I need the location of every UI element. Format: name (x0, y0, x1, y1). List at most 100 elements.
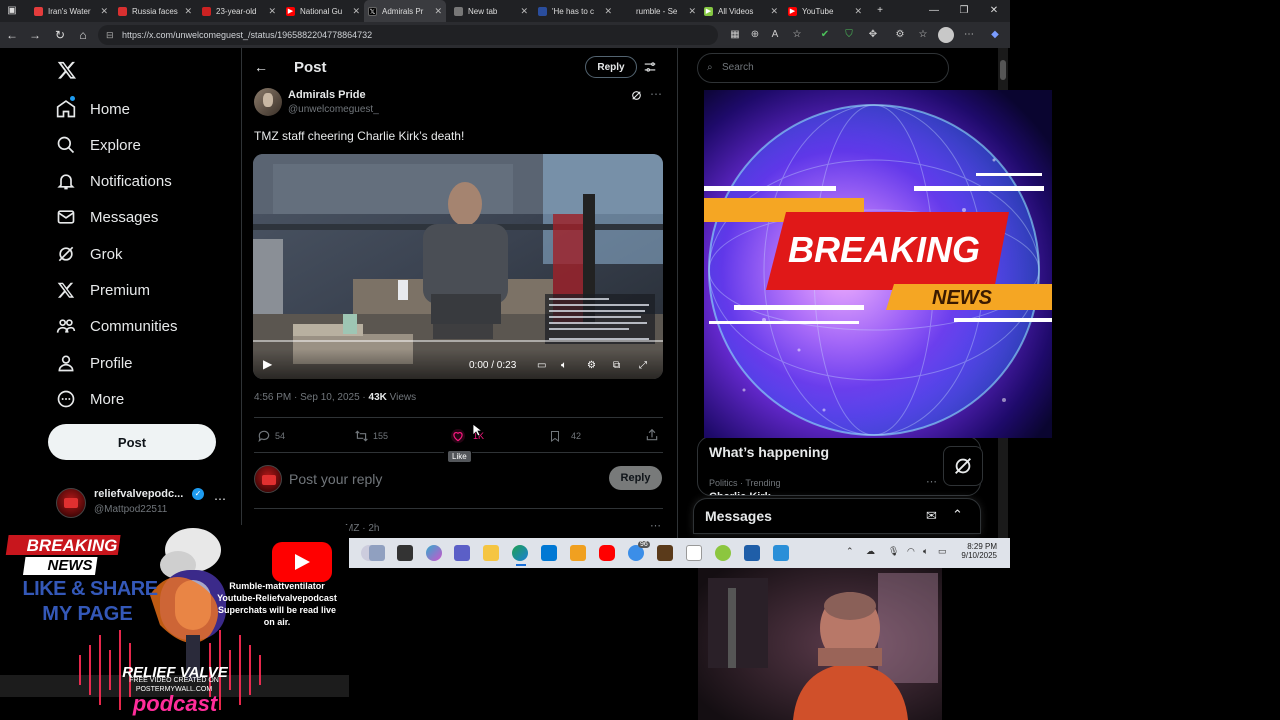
split-screen-icon[interactable]: ⚙ (893, 28, 907, 42)
extensions-icon[interactable]: ✥ (866, 28, 880, 42)
grok-explain-icon[interactable] (630, 89, 643, 102)
back-arrow-icon[interactable]: ← (254, 59, 268, 75)
close-tab-icon[interactable]: ✕ (520, 6, 528, 17)
grok-float-button[interactable] (943, 446, 983, 486)
video-player[interactable]: ▶ 0:00 / 0:23 ▭ 🔈︎ ⚙ ⧉ ⤢ (253, 154, 663, 379)
wps-icon[interactable] (715, 545, 731, 561)
close-tab-icon[interactable]: ✕ (854, 6, 862, 17)
refresh-icon[interactable]: ↻ (52, 27, 68, 43)
browser-tab[interactable]: rumble - Se ✕ (618, 0, 700, 22)
favorite-star-icon[interactable]: ☆ (790, 28, 804, 42)
more-options-icon[interactable]: ⋯ (214, 492, 226, 506)
battery-icon[interactable]: ▭ (938, 546, 947, 557)
forward-icon[interactable]: → (27, 27, 43, 43)
share-icon[interactable] (645, 428, 659, 442)
app-icon-3[interactable] (773, 545, 789, 561)
microphone-icon[interactable]: 🎙︎ (888, 546, 899, 557)
file-explorer-icon[interactable] (483, 545, 499, 561)
tray-chevron-icon[interactable]: ⌃ (846, 546, 854, 557)
tweet-timestamp[interactable]: 4:56 PM · Sep 10, 2025 · (254, 392, 369, 403)
x-logo-icon[interactable] (57, 60, 77, 80)
browser-tab[interactable]: ▶ All Videos ✕ (700, 0, 782, 22)
close-tab-icon[interactable]: ✕ (604, 6, 612, 17)
reply-top-button[interactable]: Reply (585, 56, 637, 78)
zoom-icon[interactable]: ⊕ (748, 28, 762, 42)
speaker-icon[interactable]: 🔈︎ (923, 546, 928, 557)
home-browser-icon[interactable]: ⌂ (75, 27, 91, 43)
clock[interactable]: 8:29 PM 9/10/2025 (955, 542, 997, 560)
maximize-icon[interactable]: ❐ (950, 0, 978, 22)
sliders-icon[interactable] (643, 60, 657, 74)
reply-action[interactable]: 54 (257, 428, 285, 444)
widgets-icon[interactable] (369, 545, 385, 561)
tweet-more-icon[interactable]: ⋯ (650, 87, 662, 101)
browser-tab[interactable]: ▶ YouTube ✕ (784, 0, 866, 22)
minimize-icon[interactable]: — (920, 0, 948, 22)
author-avatar[interactable] (254, 88, 282, 116)
repost-action[interactable]: 155 (354, 428, 388, 444)
copilot-icon[interactable]: ◆ (988, 28, 1002, 42)
post-button[interactable]: Post (48, 424, 216, 460)
ups-icon[interactable] (657, 545, 673, 561)
close-tab-icon[interactable]: ✕ (434, 6, 442, 17)
store-icon[interactable] (541, 545, 557, 561)
close-tab-icon[interactable]: ✕ (268, 6, 276, 17)
close-tab-icon[interactable]: ✕ (688, 6, 696, 17)
shield-icon[interactable]: ⛉ (842, 28, 856, 42)
youtube-app-icon[interactable] (599, 545, 615, 561)
tray-cloud-icon[interactable]: ☁ (866, 546, 875, 557)
nav-profile[interactable]: Profile (56, 349, 133, 377)
browser-tab[interactable]: 'He has to c ✕ (534, 0, 616, 22)
site-info-icon[interactable]: ⊟ (106, 25, 114, 45)
reader-icon[interactable]: ▦ (728, 28, 742, 42)
browser-tab[interactable]: New tab ✕ (450, 0, 532, 22)
captions-icon[interactable]: ▭ (537, 360, 546, 371)
nav-grok[interactable]: Grok (56, 240, 123, 268)
new-message-icon[interactable]: ✉ (926, 508, 937, 524)
copilot-app-icon[interactable] (426, 545, 442, 561)
reply-input[interactable]: Post your reply (289, 471, 382, 487)
shopping-icon[interactable] (570, 545, 586, 561)
close-tab-icon[interactable]: ✕ (352, 6, 360, 17)
browser-tab[interactable]: Russia faces ✕ (114, 0, 196, 22)
expand-up-icon[interactable]: ⌃ (952, 507, 963, 523)
back-icon[interactable]: ← (4, 27, 20, 43)
volume-icon[interactable]: 🔈︎ (561, 360, 567, 371)
browser-tab-active[interactable]: 𝕏 Admirals Pr ✕ (364, 0, 446, 22)
amazon-icon[interactable] (686, 545, 702, 561)
browser-tab[interactable]: ▶ National Gu ✕ (282, 0, 364, 22)
settings-more-icon[interactable]: ⋯ (962, 28, 976, 42)
author-name[interactable]: Admirals Pride (288, 89, 366, 101)
nav-notifications[interactable]: Notifications (56, 167, 172, 195)
next-tweet-more-icon[interactable]: ⋯ (650, 519, 661, 532)
new-tab-icon[interactable]: + (866, 0, 894, 22)
wifi-icon[interactable]: ◠ (907, 546, 915, 557)
browser-tab[interactable]: Iran's Water ✕ (30, 0, 112, 22)
nav-explore[interactable]: Explore (56, 131, 141, 159)
tab-actions-icon[interactable]: ▣ (0, 0, 24, 22)
read-aloud-icon[interactable]: A (768, 28, 782, 42)
browser-tab[interactable]: 23-year-old ✕ (198, 0, 280, 22)
scrollbar-thumb[interactable] (1000, 60, 1006, 80)
teams-icon[interactable] (454, 545, 470, 561)
extension-icon[interactable]: ✔ (818, 28, 832, 42)
edge-icon[interactable] (512, 545, 528, 561)
close-tab-icon[interactable]: ✕ (100, 6, 108, 17)
account-switcher[interactable]: reliefvalvepodc... ✓ @Mattpod22511 ⋯ (56, 486, 236, 526)
author-handle[interactable]: @unwelcomeguest_ (288, 104, 379, 115)
url-field[interactable]: ⊟ https://x.com/unwelcomeguest_/status/19… (98, 25, 718, 45)
trend-more-icon[interactable]: ⋯ (926, 475, 937, 488)
nav-premium[interactable]: Premium (56, 276, 150, 304)
task-view-icon[interactable] (397, 545, 413, 561)
profile-avatar[interactable] (938, 27, 954, 43)
nav-communities[interactable]: Communities (56, 312, 178, 340)
picture-in-picture-icon[interactable]: ⧉ (613, 360, 620, 371)
nav-home[interactable]: Home (56, 95, 130, 123)
trend-name[interactable]: Charlie Kirk (709, 491, 771, 495)
play-icon[interactable]: ▶ (263, 357, 272, 371)
nav-more[interactable]: More (56, 385, 124, 413)
fullscreen-icon[interactable]: ⤢ (639, 360, 647, 371)
messages-drawer[interactable]: Messages ✉ ⌃ (693, 498, 981, 534)
close-window-icon[interactable]: ✕ (980, 0, 1008, 22)
reply-submit-button[interactable]: Reply (609, 466, 662, 490)
